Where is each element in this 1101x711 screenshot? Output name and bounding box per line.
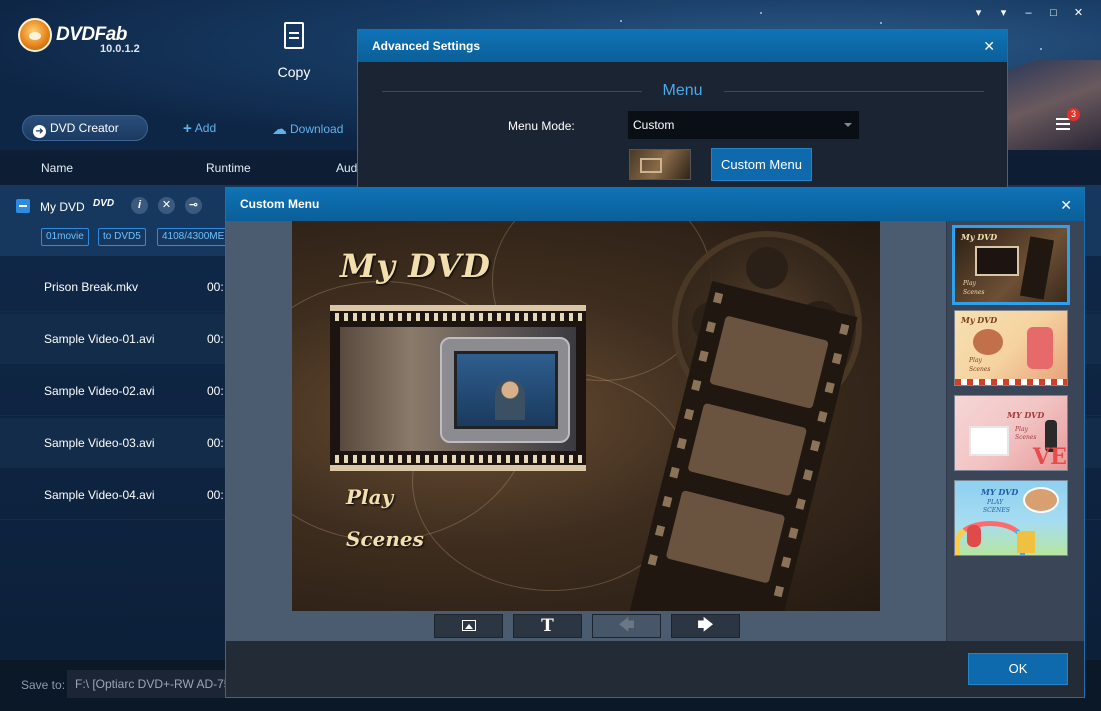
template-title: My DVD: [961, 232, 998, 242]
maximize-icon[interactable]: □: [1041, 4, 1066, 22]
menu-thumbnail: [629, 149, 691, 180]
template-item: PLAY: [987, 499, 1004, 506]
advanced-settings-title: Advanced Settings: [358, 30, 1007, 62]
menu-editor-area: My DVD Play Scenes T 🡄 🡆: [226, 221, 946, 641]
minimize-icon[interactable]: –: [1016, 4, 1041, 22]
template-thumbnail[interactable]: My DVD Play Scenes: [952, 225, 1070, 305]
dvd-creator-button[interactable]: ➜ DVD Creator: [22, 115, 148, 141]
ok-button[interactable]: OK: [968, 653, 1068, 685]
star-decoration: [880, 22, 882, 24]
custom-menu-title: Custom Menu: [226, 188, 1084, 221]
text-tool[interactable]: T: [513, 614, 582, 638]
plus-icon: +: [183, 120, 192, 137]
image-icon: [461, 620, 476, 631]
star-decoration: [1040, 48, 1042, 50]
template-list: My DVD Play Scenes My DVD Play Scenes MY…: [946, 221, 1084, 641]
group-name: My DVD: [40, 200, 85, 214]
template-item: Scenes: [1015, 434, 1037, 441]
info-icon[interactable]: i: [131, 197, 148, 214]
file-name: Sample Video-03.avi: [44, 436, 155, 450]
template-item: SCENES: [983, 507, 1010, 514]
app-version: 10.0.1.2: [100, 43, 140, 55]
close-window-icon[interactable]: ✕: [1066, 4, 1091, 22]
module-copy[interactable]: Copy: [262, 22, 326, 80]
window-controls: ▾ ▾ – □ ✕: [966, 4, 1091, 22]
column-runtime[interactable]: Runtime: [206, 161, 251, 175]
file-name: Sample Video-04.avi: [44, 488, 155, 502]
module-copy-label: Copy: [277, 64, 311, 80]
document-icon: [284, 22, 304, 49]
monkey-logo-icon: [18, 18, 52, 52]
dvd-creator-label: DVD Creator: [50, 121, 119, 135]
file-name: Sample Video-02.avi: [44, 384, 155, 398]
output-tag[interactable]: to DVD5: [98, 228, 146, 246]
template-thumbnail[interactable]: MY DVD PLAY SCENES: [954, 480, 1068, 556]
template-item: Play: [963, 280, 976, 287]
menu-mode-value: Custom: [633, 118, 675, 132]
skin-icon[interactable]: ▾: [966, 4, 991, 22]
template-item: Play: [969, 357, 982, 364]
previous-tool[interactable]: 🡄: [592, 614, 661, 638]
title-tag[interactable]: 01movie: [41, 228, 89, 246]
add-button[interactable]: + Add: [183, 120, 216, 137]
task-count-badge: 3: [1067, 108, 1080, 121]
download-button[interactable]: ☁ Download: [272, 120, 343, 138]
file-name: Prison Break.mkv: [44, 280, 139, 294]
file-runtime: 00:: [207, 488, 224, 502]
arrow-circle-icon: ➜: [33, 125, 46, 138]
menu-section-heading: Menu: [662, 82, 703, 99]
next-tool[interactable]: 🡆: [671, 614, 740, 638]
menu-mode-label: Menu Mode:: [508, 119, 575, 133]
file-runtime: 00:: [207, 384, 224, 398]
star-decoration: [620, 20, 622, 22]
file-name: Sample Video-01.avi: [44, 332, 155, 346]
close-icon[interactable]: ✕: [983, 38, 995, 55]
settings-plug-icon[interactable]: ⊸: [185, 197, 202, 214]
save-to-label: Save to:: [21, 678, 66, 692]
template-title: MY DVD: [1007, 410, 1045, 420]
menu-title-text[interactable]: My DVD: [340, 247, 491, 285]
menu-item-scenes[interactable]: Scenes: [346, 527, 424, 551]
cloud-download-icon: ☁: [272, 121, 287, 138]
text-icon: T: [541, 616, 554, 636]
camera-image: [440, 337, 570, 443]
arrow-right-icon: 🡆: [697, 617, 714, 634]
video-thumbnail: [340, 327, 576, 451]
custom-menu-button[interactable]: Custom Menu: [711, 148, 812, 181]
menu-dropdown-icon[interactable]: ▾: [991, 4, 1016, 22]
file-runtime: 00:: [207, 332, 224, 346]
template-item: Play: [1015, 426, 1028, 433]
chevron-down-icon: [844, 123, 852, 127]
dvd-logo-icon: DVD: [93, 198, 115, 209]
file-runtime: 00:: [207, 280, 224, 294]
menu-mode-select[interactable]: Custom: [628, 111, 859, 139]
menu-item-play[interactable]: Play: [346, 485, 393, 509]
arrow-left-icon: 🡄: [618, 617, 635, 634]
template-item: Scenes: [963, 289, 985, 296]
close-icon[interactable]: ✕: [1060, 197, 1072, 214]
column-name[interactable]: Name: [41, 161, 73, 175]
collapse-icon[interactable]: [16, 199, 30, 213]
file-runtime: 00:: [207, 436, 224, 450]
column-audio[interactable]: Aud: [336, 161, 357, 175]
custom-menu-dialog: Custom Menu ✕ My DVD Play Scenes T 🡄 🡆 M…: [225, 187, 1085, 698]
template-title: MY DVD: [981, 487, 1019, 497]
template-item: Scenes: [969, 366, 991, 373]
video-thumbnail-frame[interactable]: [330, 305, 586, 471]
template-thumbnail[interactable]: MY DVD VE Play Scenes: [954, 395, 1068, 471]
background-image-tool[interactable]: [434, 614, 503, 638]
template-title: My DVD: [961, 315, 998, 325]
download-label: Download: [290, 122, 344, 136]
star-decoration: [760, 12, 762, 14]
custom-menu-footer: OK: [226, 641, 1084, 697]
app-logo: DVDFab 10.0.1.2: [18, 16, 158, 60]
menu-preview-canvas[interactable]: My DVD Play Scenes: [292, 221, 880, 611]
remove-icon[interactable]: ✕: [158, 197, 175, 214]
template-thumbnail[interactable]: My DVD Play Scenes: [954, 310, 1068, 386]
size-tag: 4108/4300ME: [157, 228, 230, 246]
add-label: Add: [194, 121, 217, 135]
